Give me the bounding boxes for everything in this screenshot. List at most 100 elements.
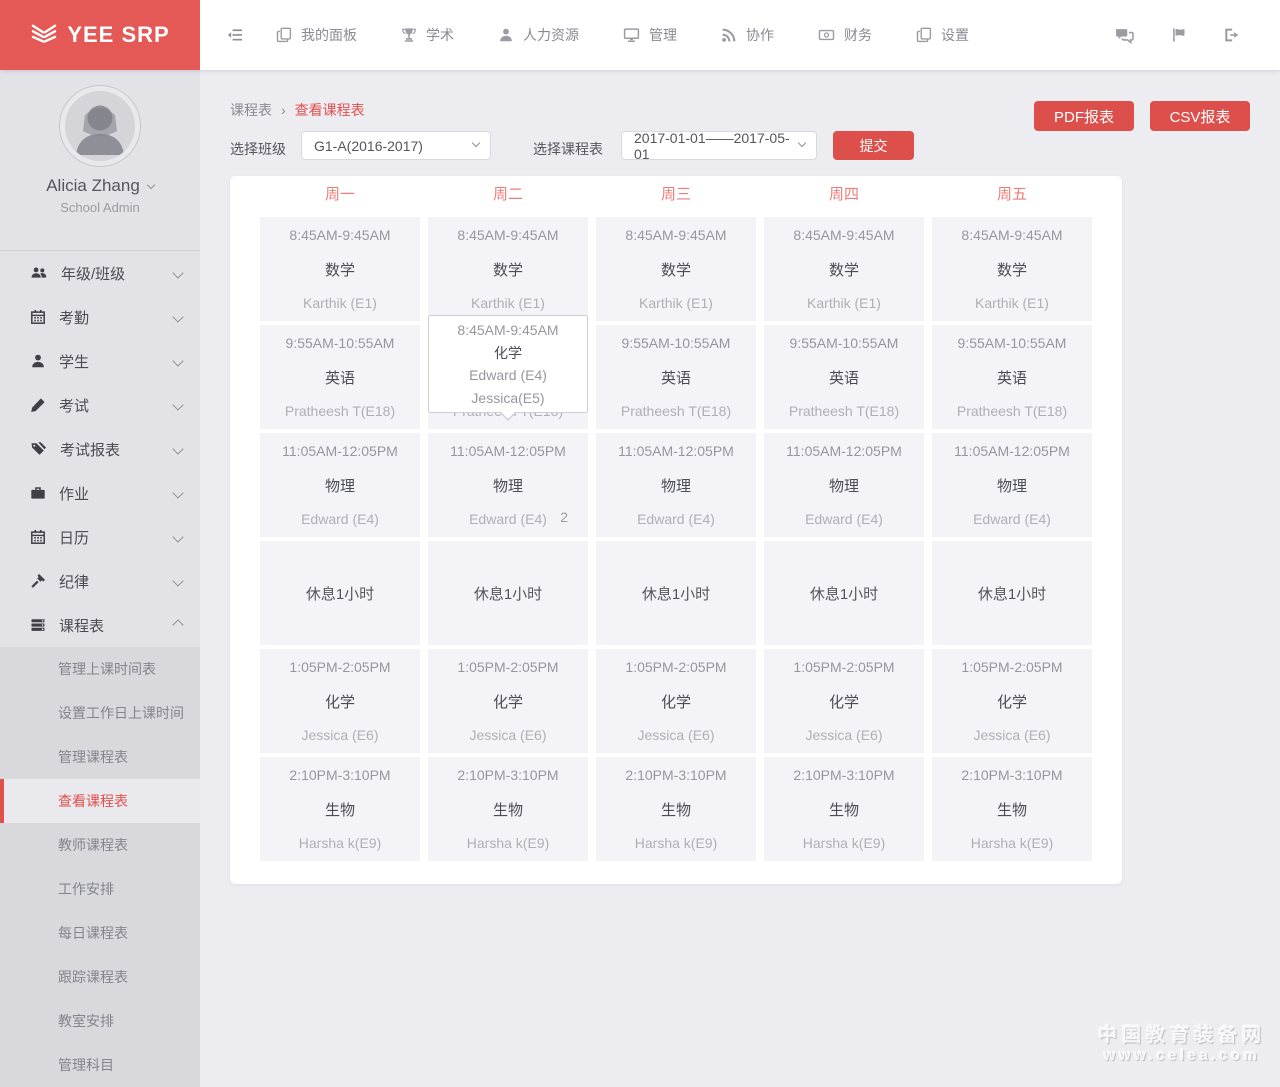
sidebar-item-exam-reports[interactable]: 考试报表 bbox=[0, 427, 200, 471]
breadcrumb: 课程表 › 查看课程表 bbox=[230, 100, 365, 120]
class-teacher: Edward (E4) bbox=[805, 511, 883, 527]
class-cell[interactable]: 9:55AM-10:55AM 英语 Pratheesh T(E18) bbox=[932, 325, 1092, 429]
sidebar-item-attendance[interactable]: 考勤 bbox=[0, 295, 200, 339]
nav-item-admin[interactable]: 管理 bbox=[623, 25, 677, 45]
timetable-select[interactable]: 2017-01-01——2017-05-01 bbox=[621, 130, 817, 162]
sidebar-item-calendar[interactable]: 日历 bbox=[0, 515, 200, 559]
sidebar-subitem-teacher-timetable[interactable]: 教师课程表 bbox=[0, 823, 200, 867]
class-time: 2:10PM-3:10PM bbox=[961, 767, 1063, 783]
class-cell[interactable]: 8:45AM-9:45AM 数学 Karthik (E1) bbox=[428, 217, 588, 321]
class-cell[interactable]: 1:05PM-2:05PM 化学 Jessica (E6) bbox=[764, 649, 924, 753]
user-role: School Admin bbox=[60, 200, 140, 215]
nav-item-academic[interactable]: 学术 bbox=[401, 25, 454, 45]
break-label: 休息1小时 bbox=[809, 585, 879, 603]
class-cell[interactable]: 2:10PM-3:10PM 生物 Harsha k(E9) bbox=[260, 757, 420, 861]
class-popup: 8:45AM-9:45AM 化学 Edward (E4) Jessica(E5) bbox=[428, 315, 588, 421]
flag-icon bbox=[1173, 28, 1185, 42]
sidebar-item-discipline[interactable]: 纪律 bbox=[0, 559, 200, 603]
avatar-photo bbox=[65, 91, 135, 161]
calendar-icon bbox=[31, 530, 45, 544]
csv-report-button[interactable]: CSV报表 bbox=[1150, 101, 1250, 131]
pdf-report-button[interactable]: PDF报表 bbox=[1034, 101, 1134, 131]
class-teacher: Pratheesh T(E18) bbox=[284, 403, 396, 419]
class-cell[interactable]: 11:05AM-12:05PM 物理 Edward (E4) bbox=[932, 433, 1092, 537]
nav-item-finance[interactable]: 财务 bbox=[818, 25, 872, 45]
submit-button[interactable]: 提交 bbox=[833, 131, 914, 160]
sidebar-item-homework[interactable]: 作业 bbox=[0, 471, 200, 515]
class-cell[interactable]: 1:05PM-2:05PM 化学 Jessica (E6) bbox=[932, 649, 1092, 753]
class-subject: 数学 bbox=[492, 261, 523, 279]
class-cell[interactable]: 1:05PM-2:05PM 化学 Jessica (E6) bbox=[260, 649, 420, 753]
breadcrumb-parent[interactable]: 课程表 bbox=[230, 100, 272, 120]
class-cell[interactable]: 11:05AM-12:05PM 物理 Edward (E4) bbox=[596, 433, 756, 537]
class-time: 2:10PM-3:10PM bbox=[625, 767, 727, 783]
trophy-icon bbox=[402, 28, 416, 42]
class-teacher: Karthik (E1) bbox=[975, 295, 1049, 311]
class-time: 9:55AM-10:55AM bbox=[957, 335, 1067, 351]
sidebar-subitem-manage-subjects[interactable]: 管理科目 bbox=[0, 1043, 200, 1087]
sidebar-item-exams[interactable]: 考试 bbox=[0, 383, 200, 427]
watermark-line1: 中国教育装备网 bbox=[1097, 1025, 1266, 1046]
nav-item-hr[interactable]: 人力资源 bbox=[498, 25, 579, 45]
class-time: 8:45AM-9:45AM bbox=[625, 227, 727, 243]
class-subject: 化学 bbox=[996, 693, 1027, 711]
sidebar-subitem-classroom-arrangement[interactable]: 教室安排 bbox=[0, 999, 200, 1043]
class-cell[interactable]: 8:45AM-9:45AM 数学 Karthik (E1) bbox=[260, 217, 420, 321]
nav-item-settings[interactable]: 设置 bbox=[916, 25, 969, 45]
sidebar-subitem-manage-timetable[interactable]: 管理课程表 bbox=[0, 735, 200, 779]
sidebar-subitem-daily-timetable[interactable]: 每日课程表 bbox=[0, 911, 200, 955]
class-teacher: Harsha k(E9) bbox=[970, 835, 1054, 851]
sidebar-toggle-button[interactable] bbox=[226, 27, 244, 43]
sign-out-icon bbox=[1225, 28, 1239, 42]
sidebar-subitem-track-timetable[interactable]: 跟踪课程表 bbox=[0, 955, 200, 999]
nav-item-dashboard[interactable]: 我的面板 bbox=[276, 25, 357, 45]
flag-button[interactable] bbox=[1170, 27, 1187, 43]
class-time: 8:45AM-9:45AM bbox=[793, 227, 895, 243]
day-header: 周四 bbox=[828, 186, 859, 203]
class-cell[interactable]: 9:55AM-10:55AM 英语 Pratheesh T(E18) bbox=[260, 325, 420, 429]
class-cell[interactable]: 8:45AM-9:45AM 数学 Karthik (E1) bbox=[596, 217, 756, 321]
chevron-down-icon bbox=[146, 180, 156, 189]
class-cell[interactable]: 1:05PM-2:05PM 化学 Jessica (E6) bbox=[428, 649, 588, 753]
sidebar-subitem-label: 跟踪课程表 bbox=[58, 969, 128, 985]
popup-subject: 化学 bbox=[494, 344, 522, 361]
break-label: 休息1小时 bbox=[473, 585, 543, 603]
chevron-down-icon bbox=[172, 487, 184, 499]
sidebar-subitem-manage-class-times[interactable]: 管理上课时间表 bbox=[0, 647, 200, 691]
sidebar-item-grades-classes[interactable]: 年级/班级 bbox=[0, 251, 200, 295]
class-cell[interactable]: 11:05AM-12:05PM 物理 Edward (E4) 2 bbox=[428, 433, 588, 537]
user-menu[interactable]: Alicia Zhang bbox=[0, 176, 200, 196]
class-cell[interactable]: 9:55AM-10:55AM 英语 Pratheesh T(E18) bbox=[596, 325, 756, 429]
class-teacher: Harsha k(E9) bbox=[634, 835, 718, 851]
class-cell[interactable]: 8:45AM-9:45AM 数学 Karthik (E1) bbox=[932, 217, 1092, 321]
break-cell: 休息1小时 bbox=[932, 541, 1092, 645]
class-cell[interactable]: 11:05AM-12:05PM 物理 Edward (E4) bbox=[260, 433, 420, 537]
sidebar-subitem-set-workday-times[interactable]: 设置工作日上课时间 bbox=[0, 691, 200, 735]
sidebar-item-timetable[interactable]: 课程表 bbox=[0, 603, 200, 647]
sidebar-subitem-work-arrangement[interactable]: 工作安排 bbox=[0, 867, 200, 911]
sidebar-subitem-label: 设置工作日上课时间 bbox=[58, 705, 184, 721]
class-time: 8:45AM-9:45AM bbox=[289, 227, 391, 243]
messages-button[interactable] bbox=[1115, 27, 1134, 44]
chevron-down-icon bbox=[172, 355, 184, 367]
sign-out-button[interactable] bbox=[1223, 27, 1240, 43]
class-cell[interactable]: 2:10PM-3:10PM 生物 Harsha k(E9) bbox=[932, 757, 1092, 861]
chevron-down-icon bbox=[172, 575, 184, 587]
class-time: 2:10PM-3:10PM bbox=[289, 767, 391, 783]
top-nav: 我的面板 学术 人力资源 管理 协作 财务 设置 bbox=[200, 0, 1280, 70]
nav-item-collaboration[interactable]: 协作 bbox=[721, 25, 774, 45]
class-subject: 化学 bbox=[660, 693, 691, 711]
class-time: 1:05PM-2:05PM bbox=[961, 659, 1063, 675]
sidebar-subitem-view-timetable-active[interactable]: 查看课程表 bbox=[0, 779, 200, 823]
class-cell[interactable]: 2:10PM-3:10PM 生物 Harsha k(E9) bbox=[596, 757, 756, 861]
class-select[interactable]: G1-A(2016-2017) bbox=[301, 131, 491, 160]
sidebar-item-students[interactable]: 学生 bbox=[0, 339, 200, 383]
tags-icon bbox=[31, 442, 47, 455]
class-cell[interactable]: 1:05PM-2:05PM 化学 Jessica (E6) bbox=[596, 649, 756, 753]
class-cell[interactable]: 11:05AM-12:05PM 物理 Edward (E4) bbox=[764, 433, 924, 537]
class-cell[interactable]: 9:55AM-10:55AM 英语 Pratheesh T(E18) bbox=[764, 325, 924, 429]
class-cell[interactable]: 8:45AM-9:45AM 数学 Karthik (E1) bbox=[764, 217, 924, 321]
class-count-badge[interactable]: 2 bbox=[560, 509, 568, 525]
class-cell[interactable]: 2:10PM-3:10PM 生物 Harsha k(E9) bbox=[428, 757, 588, 861]
class-cell[interactable]: 2:10PM-3:10PM 生物 Harsha k(E9) bbox=[764, 757, 924, 861]
